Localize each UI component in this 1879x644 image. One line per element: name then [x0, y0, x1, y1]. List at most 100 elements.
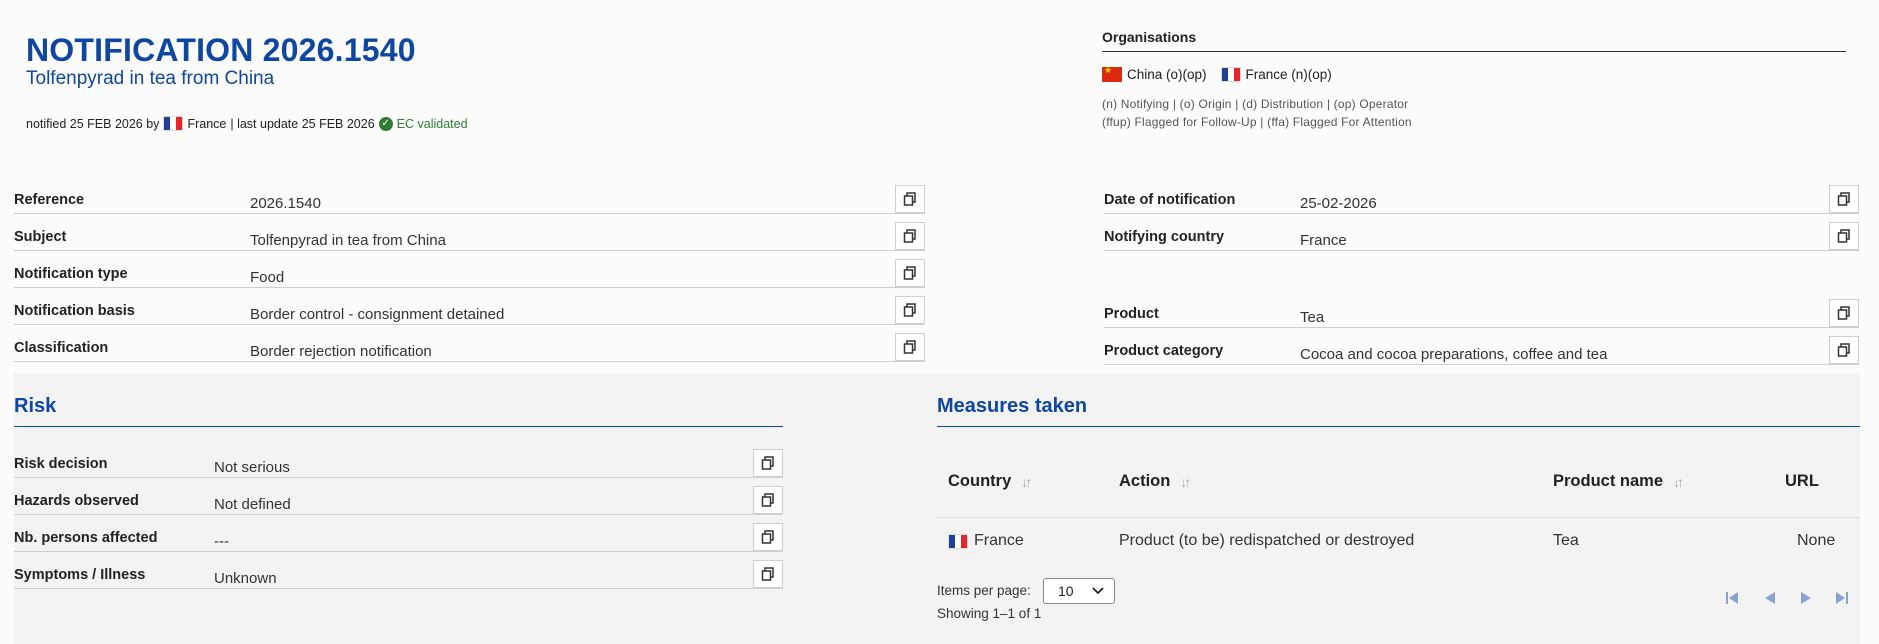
risk-row-hazards: Hazards observed Not defined	[14, 486, 783, 515]
copy-button[interactable]	[753, 486, 783, 514]
copy-icon	[903, 229, 916, 243]
copy-icon	[1837, 192, 1850, 206]
last-page-icon[interactable]	[1834, 590, 1850, 606]
table-cell-country: France	[948, 532, 1024, 550]
column-header-url: URL	[1785, 472, 1819, 491]
field-value: Border rejection notification	[250, 343, 432, 360]
sort-icon: ↓↑	[1180, 473, 1191, 490]
page-subtitle: Tolfenpyrad in tea from China	[26, 68, 275, 89]
field-label: Nb. persons affected	[14, 530, 158, 546]
first-page-icon[interactable]	[1724, 590, 1740, 606]
last-update: | last update 25 FEB 2026	[230, 116, 375, 131]
field-label: Notification basis	[14, 303, 135, 319]
table-cell-action: Product (to be) redispatched or destroye…	[1119, 532, 1415, 549]
copy-button[interactable]	[895, 259, 925, 287]
organisations-list: China (o)(op) France (n)(op)	[1102, 65, 1332, 82]
organisations-legend-flags: (ffup) Flagged for Follow-Up | (ffa) Fla…	[1102, 115, 1412, 129]
field-label: Date of notification	[1104, 192, 1236, 208]
risk-section-divider	[14, 426, 783, 427]
check-circle-icon: ✓	[378, 116, 393, 131]
copy-button[interactable]	[1829, 185, 1859, 213]
copy-button[interactable]	[753, 523, 783, 551]
field-value: Unknown	[214, 570, 277, 587]
chevron-down-icon	[1092, 587, 1104, 595]
field-value: Not defined	[214, 496, 291, 513]
field-value: France	[1300, 232, 1347, 249]
copy-button[interactable]	[895, 222, 925, 250]
copy-icon	[761, 493, 774, 507]
items-per-page-select[interactable]: 10	[1043, 578, 1115, 604]
table-header-divider	[937, 517, 1860, 518]
detail-row-product-category: Product category Cocoa and cocoa prepara…	[1104, 336, 1859, 365]
copy-button[interactable]	[753, 449, 783, 477]
field-label: Symptoms / Illness	[14, 567, 146, 583]
copy-icon	[1837, 343, 1850, 357]
field-value: Tea	[1300, 309, 1325, 326]
measures-section-divider	[937, 426, 1860, 427]
copy-button[interactable]	[1829, 222, 1859, 250]
detail-row-subject: Subject Tolfenpyrad in tea from China	[14, 222, 925, 251]
cell-text: France	[974, 532, 1024, 549]
field-value: Not serious	[214, 459, 290, 476]
detail-row-notification-basis: Notification basis Border control - cons…	[14, 296, 925, 325]
field-label: Reference	[14, 192, 85, 208]
items-per-page-label: Items per page:	[937, 583, 1031, 598]
organisations-legend: (n) Notifying | (o) Origin | (d) Distrib…	[1102, 97, 1409, 111]
field-value: Tolfenpyrad in tea from China	[250, 232, 446, 249]
field-label: Product	[1104, 306, 1159, 322]
detail-row-date-of-notification: Date of notification 25-02-2026	[1104, 185, 1859, 214]
copy-icon	[903, 192, 916, 206]
field-label: Hazards observed	[14, 493, 139, 509]
table-cell-product: Tea	[1553, 532, 1579, 549]
notification-meta: notified 25 FEB 2026 by France | last up…	[26, 116, 468, 131]
next-page-icon[interactable]	[1798, 590, 1814, 606]
organisations-title: Organisations	[1102, 29, 1197, 45]
copy-icon	[761, 567, 774, 581]
risk-row-symptoms: Symptoms / Illness Unknown	[14, 560, 783, 589]
column-header-label: URL	[1785, 472, 1819, 490]
column-header-product-name[interactable]: Product name ↓↑	[1553, 472, 1684, 491]
copy-icon	[1837, 229, 1850, 243]
column-header-country[interactable]: Country ↓↑	[948, 472, 1032, 491]
field-value: 25-02-2026	[1300, 195, 1377, 212]
previous-page-icon[interactable]	[1762, 590, 1778, 606]
column-header-label: Product name	[1553, 472, 1664, 490]
validation-status: EC validated	[396, 116, 468, 131]
field-value: 2026.1540	[250, 195, 321, 212]
risk-row-decision: Risk decision Not serious	[14, 449, 783, 478]
field-value: ---	[214, 533, 229, 550]
items-per-page-value: 10	[1058, 583, 1074, 599]
measures-section-title: Measures taken	[937, 395, 1088, 417]
organisations-divider	[1102, 51, 1846, 52]
field-label: Notification type	[14, 266, 128, 282]
field-value: Cocoa and cocoa preparations, coffee and…	[1300, 346, 1608, 363]
copy-button[interactable]	[895, 185, 925, 213]
field-label: Product category	[1104, 343, 1224, 359]
column-header-label: Action	[1119, 472, 1171, 490]
copy-button[interactable]	[753, 560, 783, 588]
notified-prefix: notified 25 FEB 2026 by	[26, 116, 160, 131]
china-flag-icon	[1102, 65, 1122, 82]
copy-button[interactable]	[1829, 299, 1859, 327]
copy-icon	[1837, 306, 1850, 320]
organisation-item: France (n)(op)	[1245, 67, 1332, 82]
copy-button[interactable]	[895, 296, 925, 324]
detail-row-product: Product Tea	[1104, 299, 1859, 328]
copy-button[interactable]	[895, 333, 925, 361]
risk-section-title: Risk	[14, 395, 57, 417]
detail-row-notification-type: Notification type Food	[14, 259, 925, 288]
field-value: Border control - consignment detained	[250, 306, 505, 323]
copy-icon	[903, 303, 916, 317]
copy-icon	[761, 456, 774, 470]
page-title: NOTIFICATION 2026.1540	[26, 32, 416, 68]
france-flag-icon	[1220, 67, 1241, 82]
copy-button[interactable]	[1829, 336, 1859, 364]
table-cell-url: None	[1797, 532, 1836, 549]
field-label: Notifying country	[1104, 229, 1225, 245]
column-header-action[interactable]: Action ↓↑	[1119, 472, 1191, 491]
copy-icon	[903, 266, 916, 280]
field-label: Classification	[14, 340, 109, 356]
sort-icon: ↓↑	[1021, 473, 1032, 490]
field-label: Subject	[14, 229, 67, 245]
sort-icon: ↓↑	[1673, 473, 1684, 490]
